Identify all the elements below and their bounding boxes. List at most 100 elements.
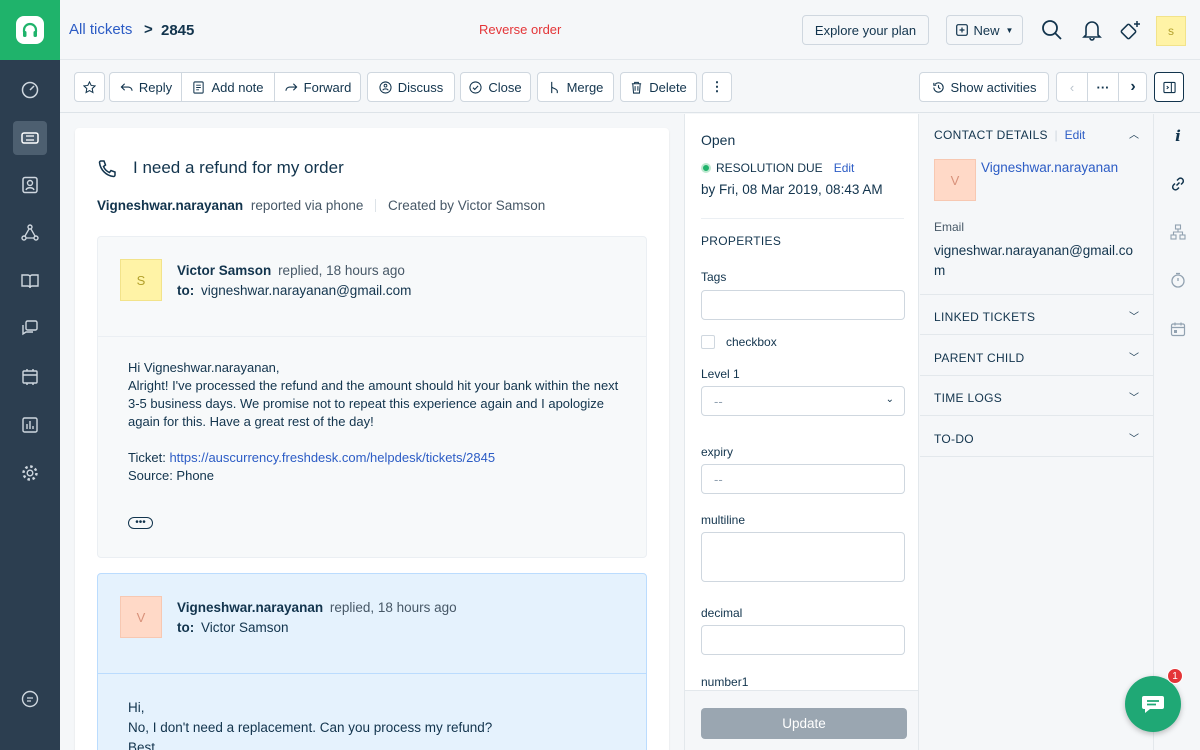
contact-panel: CONTACT DETAILS | Edit ︿ V Vigneshwar.na…: [920, 114, 1153, 750]
avatar: S: [120, 259, 162, 301]
more-actions-button[interactable]: ⋮: [702, 72, 732, 102]
reply-button[interactable]: Reply: [110, 73, 182, 101]
star-button[interactable]: [74, 72, 105, 102]
decimal-input[interactable]: [701, 625, 905, 655]
next-ticket-chevron-right-icon[interactable]: ›: [1119, 73, 1147, 101]
notifications-bell-icon[interactable]: [1080, 18, 1104, 42]
delete-label: Delete: [649, 79, 687, 95]
admin-gear-icon[interactable]: [13, 456, 47, 490]
reported-via: reported via phone: [250, 198, 364, 213]
conversation-card: I need a refund for my order Vigneshwar.…: [75, 128, 669, 750]
plus-square-icon: [955, 24, 968, 36]
merge-button[interactable]: Merge: [537, 72, 614, 102]
dashboard-icon[interactable]: [13, 73, 47, 107]
message-author[interactable]: Vigneshwar.narayanan: [177, 600, 323, 615]
chevron-down-icon: ﹀: [1129, 393, 1139, 404]
search-icon[interactable]: [1040, 18, 1064, 42]
solutions-book-icon[interactable]: [13, 264, 47, 298]
ticket-link-label: Ticket:: [128, 450, 166, 465]
explore-plan-button[interactable]: Explore your plan: [802, 15, 929, 45]
message-greeting: Hi Vigneshwar.narayanan,: [128, 360, 280, 375]
pager-more-button[interactable]: ···: [1088, 73, 1118, 101]
previous-ticket-chevron-left-icon[interactable]: ‹: [1057, 73, 1087, 101]
show-activities-button[interactable]: Show activities: [919, 72, 1049, 102]
check-circle-icon: [469, 80, 482, 94]
close-button[interactable]: Close: [460, 72, 531, 102]
message-recipient-line: to: Victor Samson: [177, 620, 289, 635]
forward-button[interactable]: Forward: [275, 73, 361, 101]
message-author[interactable]: Victor Samson: [177, 263, 271, 278]
chat-icon[interactable]: [13, 682, 47, 716]
contacts-icon[interactable]: [13, 168, 47, 202]
contact-email: vigneshwar.narayanan@gmail.com: [934, 243, 1134, 278]
message-text: Alright! I've processed the refund and t…: [128, 378, 619, 429]
to-label: to:: [177, 620, 195, 635]
user-avatar[interactable]: s: [1156, 16, 1186, 46]
discuss-button[interactable]: Discuss: [367, 72, 455, 102]
edit-due-link[interactable]: Edit: [834, 161, 855, 175]
section-label: TO-DO: [934, 432, 974, 446]
message-recipient: vigneshwar.narayanan@gmail.com: [201, 283, 412, 298]
message-line: No, I don't need a replacement. Can you …: [128, 720, 493, 735]
tags-label: Tags: [701, 270, 727, 284]
delete-button[interactable]: Delete: [620, 72, 697, 102]
info-icon[interactable]: i: [1168, 126, 1188, 146]
hierarchy-icon[interactable]: [1168, 222, 1188, 242]
parent-child-section[interactable]: PARENT CHILD ﹀: [920, 336, 1153, 376]
breadcrumb-all-tickets[interactable]: All tickets: [69, 21, 132, 38]
ticket-pager: ‹ ··· ›: [1056, 72, 1147, 102]
level1-value: --: [714, 393, 723, 409]
update-button[interactable]: Update: [701, 708, 907, 739]
timer-icon[interactable]: [1168, 270, 1188, 290]
contact-details-label: CONTACT DETAILS: [934, 128, 1048, 142]
reports-icon[interactable]: [13, 408, 47, 442]
add-note-button[interactable]: Add note: [182, 73, 274, 101]
new-dropdown-button[interactable]: New ▼: [946, 15, 1023, 45]
apps-sparkle-icon[interactable]: [1119, 18, 1143, 42]
level1-select[interactable]: -- ⌄: [701, 386, 905, 416]
message-author-line: Victor Samson replied, 18 hours ago: [177, 263, 405, 278]
ticket-meta: Vigneshwar.narayanan reported via phone …: [97, 198, 545, 213]
message-body: Hi, No, I don't need a replacement. Can …: [128, 698, 628, 750]
chevron-down-icon: ﹀: [1129, 312, 1139, 323]
ticket-id: 2845: [161, 22, 195, 39]
expiry-input[interactable]: --: [701, 464, 905, 494]
toggle-sidebar-button[interactable]: [1154, 72, 1184, 102]
history-clock-icon: [932, 81, 944, 93]
time-logs-section[interactable]: TIME LOGS ﹀: [920, 376, 1153, 416]
checkbox-field[interactable]: [701, 335, 715, 349]
social-icon[interactable]: [13, 216, 47, 250]
section-label: LINKED TICKETS: [934, 310, 1036, 324]
number1-label: number1: [701, 675, 749, 689]
automation-icon[interactable]: [13, 360, 47, 394]
chat-widget-button[interactable]: [1125, 676, 1181, 732]
add-note-label: Add note: [211, 79, 264, 95]
edit-contact-link[interactable]: Edit: [1065, 128, 1086, 142]
contact-name[interactable]: Vigneshwar.narayanan: [981, 160, 1118, 175]
freshdesk-logo[interactable]: [0, 0, 60, 60]
tags-input[interactable]: [701, 290, 905, 320]
tickets-icon[interactable]: [13, 121, 47, 155]
todo-section[interactable]: TO-DO ﹀: [920, 417, 1153, 457]
forums-icon[interactable]: [13, 311, 47, 345]
reporter-name[interactable]: Vigneshwar.narayanan: [97, 198, 243, 213]
linked-tickets-section[interactable]: LINKED TICKETS ﹀: [920, 295, 1153, 335]
right-icon-rail: i: [1153, 114, 1200, 750]
message-reply-2: V Vigneshwar.narayanan replied, 18 hours…: [97, 573, 647, 750]
message-author-line: Vigneshwar.narayanan replied, 18 hours a…: [177, 600, 457, 615]
discuss-icon: [379, 80, 392, 94]
show-quoted-text-button[interactable]: •••: [128, 517, 153, 529]
more-vertical-icon: ⋮: [710, 79, 724, 94]
note-icon: [193, 80, 205, 94]
calendar-icon[interactable]: [1168, 319, 1188, 339]
chevron-down-icon: ﹀: [1129, 434, 1139, 445]
multiline-textarea[interactable]: [701, 532, 905, 582]
message-recipient: Victor Samson: [201, 620, 289, 635]
chevron-up-icon[interactable]: ︿: [1129, 126, 1139, 141]
link-icon[interactable]: [1168, 174, 1188, 194]
message-line: Hi,: [128, 700, 145, 715]
message-header: S Victor Samson replied, 18 hours ago to…: [98, 237, 646, 337]
ticket-link[interactable]: https://auscurrency.freshdesk.com/helpde…: [169, 450, 495, 465]
decimal-label: decimal: [701, 606, 743, 620]
reverse-order-link[interactable]: Reverse order: [479, 22, 561, 37]
